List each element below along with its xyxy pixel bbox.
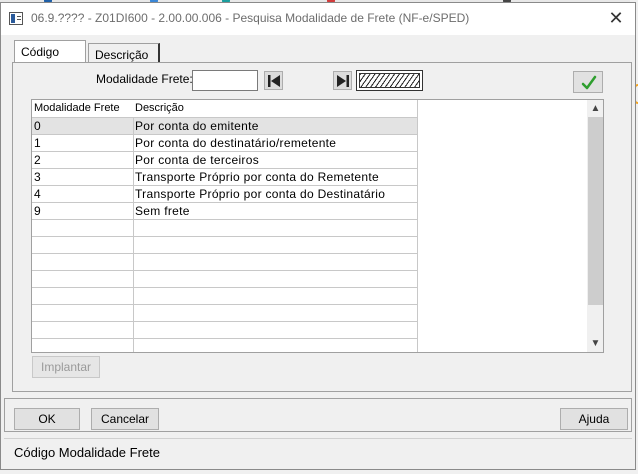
cell-descricao: Transporte Próprio por conta do Destinat…	[135, 187, 386, 201]
table-row[interactable]	[32, 321, 418, 338]
table-row[interactable]: 0 Por conta do emitente	[32, 117, 418, 134]
checkmark-icon	[581, 75, 597, 90]
table-row[interactable]: 9 Sem frete	[32, 202, 418, 219]
cell-modalidade: 2	[34, 153, 41, 167]
cancel-button[interactable]: Cancelar	[91, 408, 159, 430]
vertical-scrollbar[interactable]: ▲ ▼	[587, 100, 603, 352]
cell-descricao: Sem frete	[135, 204, 190, 218]
cell-descricao: Por conta do destinatário/remetente	[135, 136, 337, 150]
cell-descricao: Por conta do emitente	[135, 119, 259, 133]
cell-modalidade: 4	[34, 187, 41, 201]
tab-descricao[interactable]: Descrição	[88, 43, 162, 66]
table-row[interactable]	[32, 270, 418, 287]
confirm-button[interactable]	[573, 71, 603, 93]
window-title: 06.9.???? - Z01DI600 - 2.00.00.006 - Pes…	[31, 11, 470, 25]
column-header-descricao[interactable]: Descrição	[135, 102, 184, 114]
grid-header: Modalidade Frete Descrição	[32, 100, 418, 117]
search-label: Modalidade Frete:	[96, 72, 193, 86]
tab-codigo[interactable]: Código	[14, 40, 86, 62]
table-row[interactable]: 4 Transporte Próprio por conta do Destina…	[32, 185, 418, 202]
table-row[interactable]: 1 Por conta do destinatário/remetente	[32, 134, 418, 151]
skip-last-icon	[337, 75, 349, 87]
table-row[interactable]	[32, 287, 418, 304]
cell-descricao: Transporte Próprio por conta do Remetent…	[135, 170, 379, 184]
status-text: Código Modalidade Frete	[14, 445, 160, 460]
skip-first-icon	[268, 75, 280, 87]
search-input[interactable]	[192, 70, 258, 91]
column-header-modalidade[interactable]: Modalidade Frete	[34, 102, 120, 114]
hatched-field	[356, 70, 423, 91]
cell-modalidade: 9	[34, 204, 41, 218]
cell-modalidade: 3	[34, 170, 41, 184]
implantar-button[interactable]: Implantar	[32, 356, 100, 378]
help-button[interactable]: Ajuda	[560, 408, 628, 430]
status-bar: Código Modalidade Frete	[4, 438, 632, 466]
scroll-up-icon[interactable]: ▲	[587, 100, 603, 117]
close-icon[interactable]: ✕	[603, 7, 629, 31]
title-bar[interactable]: 06.9.???? - Z01DI600 - 2.00.00.006 - Pes…	[1, 3, 635, 35]
last-record-button[interactable]	[333, 71, 352, 90]
ok-button[interactable]: OK	[14, 408, 80, 430]
grid-rows: 0 Por conta do emitente 1 Por conta do dest…	[32, 117, 418, 352]
results-grid[interactable]: Modalidade Frete Descrição 0 Por conta do…	[31, 99, 604, 353]
cell-modalidade: 0	[34, 119, 41, 133]
first-record-button[interactable]	[264, 71, 283, 90]
scroll-down-icon[interactable]: ▼	[587, 335, 603, 352]
table-row[interactable]	[32, 219, 418, 236]
table-row[interactable]: 3 Transporte Próprio por conta do Remeten…	[32, 168, 418, 185]
column-divider	[417, 100, 418, 352]
table-row[interactable]	[32, 338, 418, 352]
hatched-pattern	[359, 73, 420, 88]
cell-modalidade: 1	[34, 136, 41, 150]
table-row[interactable]	[32, 236, 418, 253]
table-row[interactable]: 2 Por conta de terceiros	[32, 151, 418, 168]
scroll-thumb[interactable]	[588, 117, 603, 305]
app-window-icon	[9, 12, 23, 25]
table-row[interactable]	[32, 253, 418, 270]
cell-descricao: Por conta de terceiros	[135, 153, 259, 167]
table-row[interactable]	[32, 304, 418, 321]
column-divider	[133, 117, 134, 352]
